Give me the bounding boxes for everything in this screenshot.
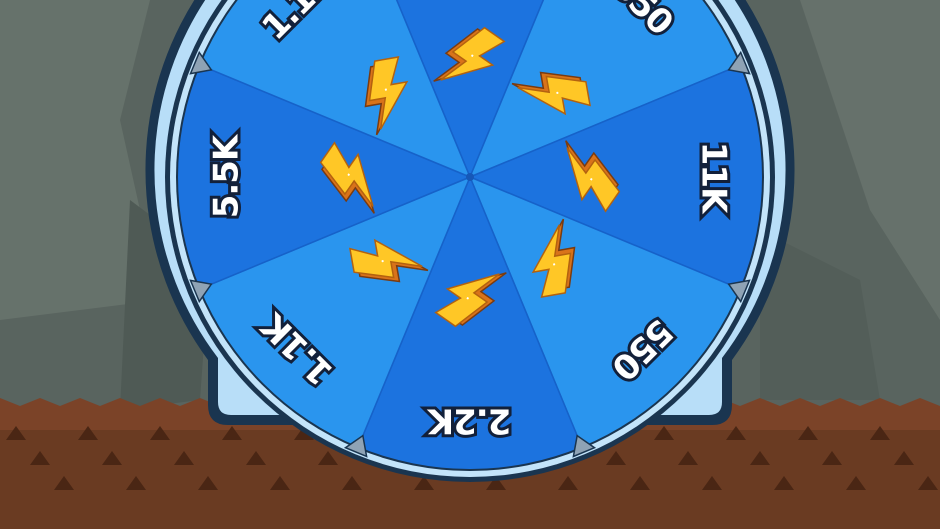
segment-value-label: 2.2K <box>426 401 511 441</box>
segment-value-label: 11K <box>694 142 734 215</box>
segment-value-label: 5.5K <box>207 133 247 218</box>
game-scene: 55011K5502.2K1.1K5.5K1.1K <box>0 0 940 529</box>
prize-wheel[interactable]: 55011K5502.2K1.1K5.5K1.1K <box>145 0 795 489</box>
wheel-hub <box>466 173 474 181</box>
